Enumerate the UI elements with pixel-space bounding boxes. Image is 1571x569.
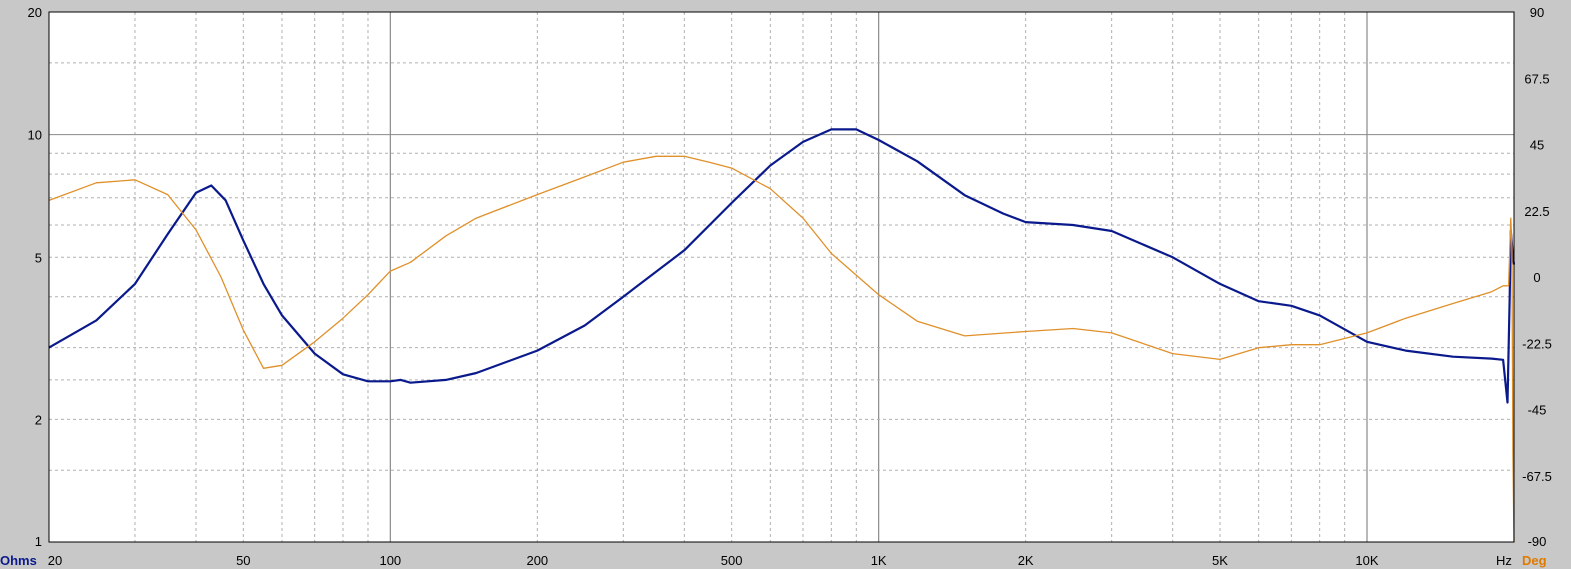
x-tick-label: 500 [721,553,743,568]
x-tick-label: 2K [1018,553,1034,568]
right-tick-label: 0 [1533,270,1540,285]
left-tick-label: 10 [28,128,42,143]
plot-area [49,12,1514,542]
left-tick-label: 5 [35,250,42,265]
x-tick-label: 100 [379,553,401,568]
x-tick-label: 5K [1212,553,1228,568]
right-tick-label: -45 [1528,403,1547,418]
left-tick-label: 20 [28,5,42,20]
x-tick-label: 1K [871,553,887,568]
x-tick-label: 50 [236,553,250,568]
right-tick-label: -22.5 [1522,336,1552,351]
left-tick-label: 2 [35,412,42,427]
right-tick-label: -67.5 [1522,469,1552,484]
x-axis-unit: Hz [1496,553,1512,568]
x-tick-label: 20 [48,553,62,568]
right-tick-label: 90 [1530,5,1544,20]
left-axis-unit: Ohms [0,553,37,568]
left-tick-label: 1 [35,534,42,549]
right-tick-label: 22.5 [1524,204,1549,219]
x-tick-label: 200 [526,553,548,568]
right-tick-label: 67.5 [1524,71,1549,86]
right-tick-label: 45 [1530,138,1544,153]
right-axis-unit: Deg [1522,553,1547,568]
impedance-phase-chart: 20 50 100 200 500 1K 2K 5K 10K 20 10 5 2 1 90 67.5 45 2… [0,0,1571,569]
x-tick-label: 10K [1355,553,1378,568]
right-tick-label: -90 [1528,534,1547,549]
